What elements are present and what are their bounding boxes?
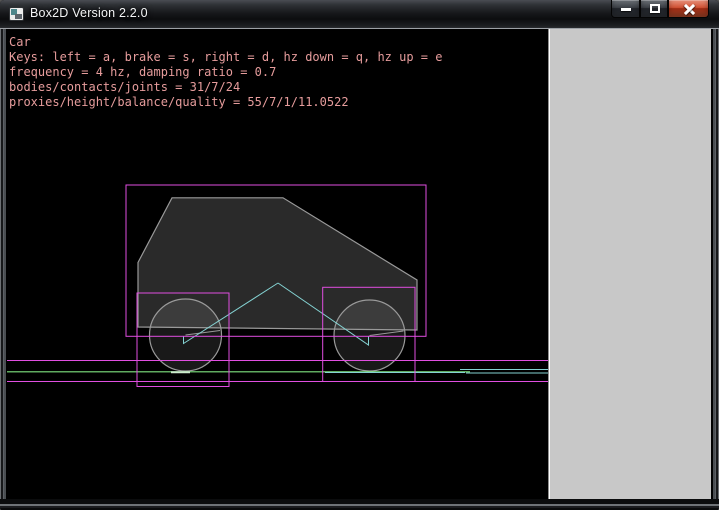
window-title: Box2D Version 2.2.0 [30, 0, 148, 28]
maximize-icon [650, 4, 660, 13]
simulation-viewport[interactable]: CarKeys: left = a, brake = s, right = d,… [7, 29, 548, 499]
app-icon [9, 7, 24, 21]
car-simulation-scene [7, 30, 548, 499]
window-frame-left [0, 29, 7, 510]
window-frame-bottom [0, 499, 719, 510]
minimize-button[interactable] [611, 0, 640, 18]
titlebar[interactable]: Box2D Version 2.2.0 [0, 0, 719, 28]
app-icon-detail [15, 14, 22, 19]
window-frame-right [711, 29, 719, 510]
close-button[interactable] [668, 0, 709, 18]
control-panel: Tests Car Vel Iters8Pos Iters3Hertz60.0 … [548, 29, 711, 499]
app-window: Box2D Version 2.2.0 CarKeys: left = a, b… [0, 0, 719, 510]
minimize-icon [621, 8, 631, 11]
maximize-button[interactable] [640, 0, 668, 18]
